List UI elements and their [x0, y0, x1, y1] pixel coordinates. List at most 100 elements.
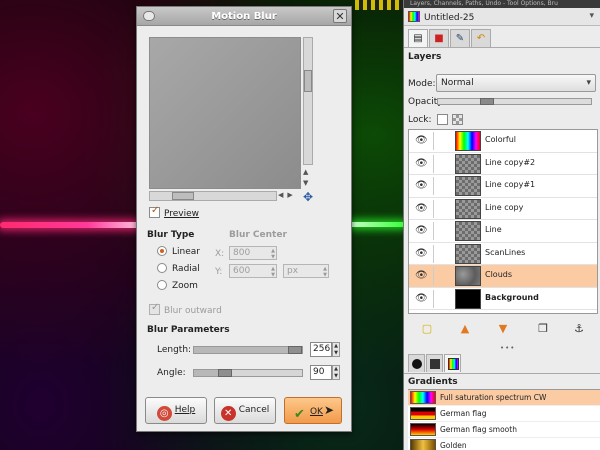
tab-patterns[interactable]: [426, 354, 443, 372]
gradient-icon: [448, 358, 459, 370]
anchor-layer-icon[interactable]: ⚓: [572, 322, 586, 336]
eye-icon[interactable]: 👁: [415, 203, 428, 214]
layer-row[interactable]: 👁 Line copy#2: [409, 153, 597, 175]
length-value-input[interactable]: 256: [310, 342, 332, 357]
image-selector[interactable]: Untitled-25 ▾: [404, 8, 600, 26]
chain-toggle[interactable]: [433, 222, 434, 240]
layer-row[interactable]: 👁 Line: [409, 220, 597, 243]
length-spin-arrows-icon[interactable]: ▲ ▼: [332, 342, 340, 357]
scrollbar-thumb[interactable]: [172, 192, 194, 200]
scroll-left-right-arrows-icon[interactable]: ◀▶: [278, 191, 297, 199]
dialog-titlebar[interactable]: Motion Blur ✕: [137, 7, 351, 26]
dropdown-arrows-icon[interactable]: ▲ ▼: [323, 266, 327, 278]
lock-alpha-icon[interactable]: [452, 114, 463, 125]
spin-arrows-icon[interactable]: ▲ ▼: [271, 266, 275, 278]
cancel-button-label: Cancel: [238, 405, 270, 415]
eye-icon[interactable]: 👁: [415, 248, 428, 259]
chain-toggle[interactable]: [433, 244, 434, 263]
angle-value-input[interactable]: 90: [310, 365, 332, 380]
chain-toggle[interactable]: [433, 177, 434, 195]
ok-button[interactable]: ✔ OK➤: [284, 397, 342, 424]
spin-arrows-icon[interactable]: ▲ ▼: [271, 248, 275, 260]
blur-parameters-title: Blur Parameters: [147, 325, 230, 335]
pink-light-streak: [0, 222, 145, 228]
blur-outward-checkbox[interactable]: [149, 302, 160, 315]
radio-linear[interactable]: Linear: [157, 246, 200, 257]
tab-layers[interactable]: ▤: [408, 29, 428, 47]
angle-slider[interactable]: [193, 369, 303, 377]
tab-gradients[interactable]: [444, 354, 461, 372]
radio-button[interactable]: [157, 280, 167, 290]
opacity-slider[interactable]: [437, 98, 592, 105]
length-slider[interactable]: [193, 346, 303, 354]
layer-row[interactable]: 👁 ScanLines: [409, 243, 597, 265]
chain-toggle[interactable]: [433, 132, 434, 150]
radio-button[interactable]: [157, 263, 167, 273]
angle-spin-arrows-icon[interactable]: ▲ ▼: [332, 365, 340, 380]
chain-toggle[interactable]: [433, 199, 434, 218]
layer-row[interactable]: 👁 Colorful: [409, 130, 597, 153]
eye-icon[interactable]: 👁: [415, 293, 428, 304]
dock-separator-grip[interactable]: •••: [500, 344, 515, 352]
tab-channels[interactable]: ■: [429, 29, 449, 47]
gradient-item[interactable]: German flag smooth: [408, 422, 600, 438]
eye-icon[interactable]: 👁: [415, 180, 428, 191]
tab-undo[interactable]: ↶: [471, 29, 491, 47]
scrollbar-thumb[interactable]: [304, 70, 312, 92]
center-y-spinbox[interactable]: 600 ▲ ▼: [229, 264, 277, 278]
preview-checkbox[interactable]: [149, 205, 160, 218]
angle-slider-thumb[interactable]: [218, 369, 232, 377]
lower-layer-icon[interactable]: ▼: [496, 322, 510, 336]
scroll-up-down-arrows-icon[interactable]: ▲ ▼: [303, 167, 308, 189]
mode-value: Normal: [441, 78, 474, 88]
blur-outward-row[interactable]: Blur outward: [149, 302, 222, 316]
mode-select[interactable]: Normal ▾: [436, 74, 596, 92]
new-layer-icon[interactable]: ▢: [420, 322, 434, 336]
layer-thumbnail: [455, 221, 481, 241]
radio-radial[interactable]: Radial: [157, 263, 200, 274]
length-slider-thumb[interactable]: [288, 346, 302, 354]
eye-icon[interactable]: 👁: [415, 270, 428, 281]
eye-icon[interactable]: 👁: [415, 135, 428, 146]
unit-select[interactable]: px ▲ ▼: [283, 264, 329, 278]
chain-toggle[interactable]: [433, 154, 434, 173]
preview-vertical-scrollbar[interactable]: [303, 37, 313, 165]
help-button[interactable]: ◎ Help: [145, 397, 207, 424]
chain-toggle[interactable]: [433, 289, 434, 308]
layer-name: Colorful: [485, 135, 516, 144]
pattern-icon: [430, 359, 440, 369]
opacity-slider-thumb[interactable]: [480, 98, 494, 105]
chevron-down-icon[interactable]: ▾: [589, 11, 594, 21]
window-menu-icon[interactable]: [143, 11, 155, 21]
layer-row[interactable]: 👁 Clouds: [409, 265, 597, 288]
radio-button[interactable]: [157, 246, 167, 256]
tab-brushes[interactable]: [408, 354, 425, 372]
cancel-button[interactable]: ✕ Cancel: [214, 397, 276, 424]
center-x-spinbox[interactable]: 800 ▲ ▼: [229, 246, 277, 260]
dock-title: Layers, Channels, Paths, Undo - Tool Opt…: [404, 0, 600, 8]
lock-pixels-checkbox[interactable]: [437, 114, 448, 125]
preview-area[interactable]: [149, 37, 301, 189]
layer-list[interactable]: 👁 Colorful 👁 Line copy#2 👁 Line copy#1 👁 Line c…: [408, 129, 598, 314]
eye-icon[interactable]: 👁: [415, 158, 428, 169]
raise-layer-icon[interactable]: ▲: [458, 322, 472, 336]
chevron-down-icon[interactable]: ▾: [586, 75, 591, 91]
layer-row[interactable]: 👁 Line copy: [409, 198, 597, 220]
eye-icon[interactable]: 👁: [415, 225, 428, 236]
layer-row[interactable]: 👁 Background: [409, 288, 597, 310]
gradient-item[interactable]: Golden: [408, 438, 600, 450]
close-icon[interactable]: ✕: [333, 9, 347, 23]
duplicate-layer-icon[interactable]: ❐: [536, 322, 550, 336]
navigate-icon[interactable]: ✥: [303, 190, 313, 204]
radio-zoom[interactable]: Zoom: [157, 280, 198, 291]
preview-horizontal-scrollbar[interactable]: [149, 191, 277, 201]
tab-paths[interactable]: ✎: [450, 29, 470, 47]
gradient-item[interactable]: Full saturation spectrum CW: [408, 390, 600, 406]
gradient-list[interactable]: Full saturation spectrum CW German flag Ge…: [408, 389, 600, 450]
help-button-label: Help: [174, 405, 196, 415]
layer-row[interactable]: 👁 Line copy#1: [409, 175, 597, 198]
chain-toggle[interactable]: [433, 267, 434, 285]
preview-checkbox-row[interactable]: Preview: [149, 205, 199, 219]
gradient-name: Golden: [440, 441, 467, 450]
gradient-item[interactable]: German flag: [408, 406, 600, 422]
